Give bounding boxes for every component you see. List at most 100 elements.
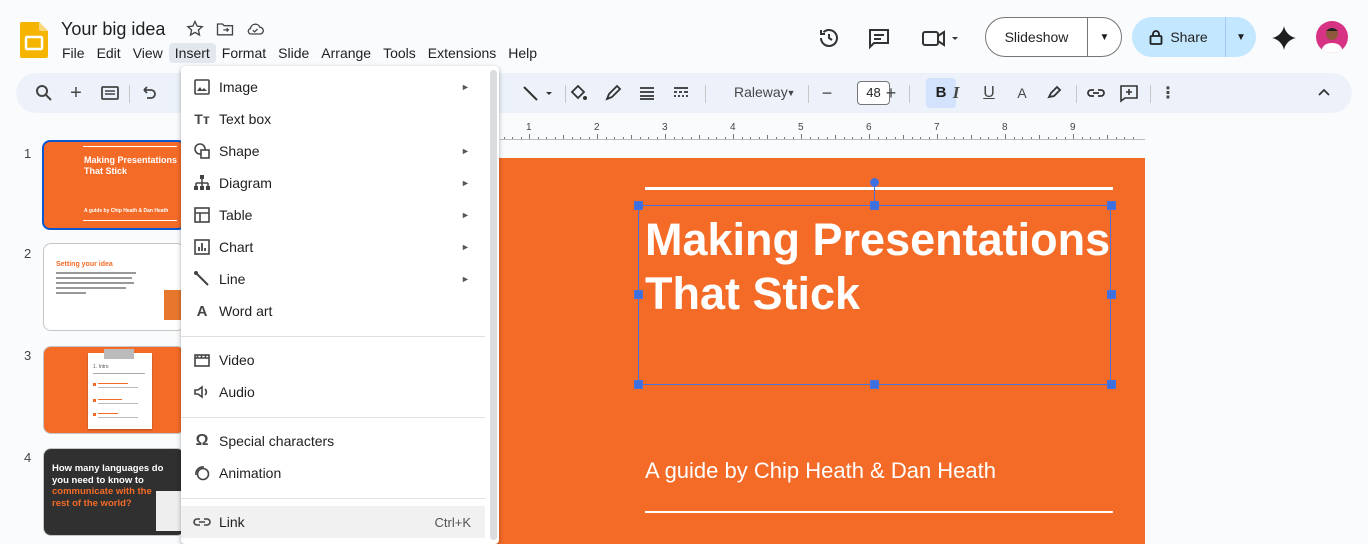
add-comment-icon[interactable] [1119, 83, 1139, 103]
menu-item-animation[interactable]: Animation [181, 457, 485, 489]
menu-item-table[interactable]: Table ► [181, 199, 485, 231]
menu-help[interactable]: Help [502, 43, 543, 63]
slide-thumbnail-3[interactable]: 1. Intro [43, 346, 185, 434]
menu-item-shape[interactable]: Shape ► [181, 135, 485, 167]
increase-font-size-icon[interactable]: + [881, 83, 901, 103]
slide-thumbnail-1[interactable]: Making Presentations That Stick A guide … [42, 140, 186, 230]
line-tool-icon[interactable] [521, 83, 555, 103]
menu-item-special-characters[interactable]: Ω Special characters [181, 425, 485, 457]
border-weight-icon[interactable] [637, 83, 657, 103]
thumbnail-title: Setting your idea [56, 261, 113, 268]
star-icon[interactable] [185, 19, 205, 39]
menu-tools[interactable]: Tools [377, 43, 422, 63]
menu-item-image[interactable]: Image ► [181, 71, 485, 103]
resize-handle[interactable] [1107, 380, 1116, 389]
menu-format[interactable]: Format [216, 43, 272, 63]
slide-canvas[interactable]: Making Presentations That Stick A guide … [495, 158, 1145, 544]
insert-menu-dropdown: Image ► Tт Text box Shape ► Diagram ► Table… [181, 66, 499, 544]
more-options-icon[interactable]: ⋮ [1158, 83, 1178, 103]
cloud-saved-icon[interactable] [245, 19, 265, 39]
shape-icon [194, 143, 210, 159]
italic-icon[interactable]: I [946, 83, 966, 103]
resize-handle[interactable] [634, 380, 643, 389]
move-folder-icon[interactable] [215, 19, 235, 39]
slide-number: 3 [24, 348, 32, 363]
thumbnail-subtitle: A guide by Chip Heath & Dan Heath [84, 208, 169, 214]
thumbnail-title: How many languages do you need to know t… [52, 463, 164, 486]
version-history-icon[interactable] [817, 26, 841, 50]
ruler-baseline [500, 139, 1145, 140]
slides-logo-icon[interactable] [20, 22, 48, 58]
slide-thumbnail-4[interactable]: How many languages do you need to know t… [43, 448, 185, 536]
border-color-icon[interactable] [603, 83, 623, 103]
highlight-icon[interactable] [1044, 83, 1064, 103]
resize-handle[interactable] [870, 380, 879, 389]
wordart-icon: A [196, 302, 208, 320]
menu-item-video[interactable]: Video [181, 344, 485, 376]
decrease-font-size-icon[interactable]: − [817, 83, 837, 103]
rotate-handle[interactable] [870, 178, 879, 187]
insert-link-icon[interactable] [1086, 83, 1106, 103]
menu-edit[interactable]: Edit [91, 43, 127, 63]
border-dash-icon[interactable] [671, 83, 691, 103]
menu-scrollbar[interactable] [490, 70, 497, 540]
resize-handle[interactable] [1107, 201, 1116, 210]
gemini-sparkle-icon[interactable] [1271, 25, 1297, 51]
ruler-number: 3 [662, 122, 668, 133]
resize-handle[interactable] [634, 290, 643, 299]
table-icon [194, 207, 210, 223]
ruler-number: 8 [1002, 122, 1008, 133]
undo-icon[interactable] [138, 83, 158, 103]
slideshow-dropdown-icon[interactable]: ▼ [1088, 32, 1121, 43]
ruler-number: 4 [730, 122, 736, 133]
font-dropdown-icon[interactable]: ▼ [781, 83, 801, 103]
comments-icon[interactable] [867, 26, 891, 50]
text-color-icon[interactable]: A [1012, 83, 1032, 103]
slideshow-label[interactable]: Slideshow [986, 18, 1088, 56]
menu-item-link[interactable]: Link Ctrl+K [181, 506, 485, 538]
document-title[interactable]: Your big idea [61, 19, 165, 40]
bottom-divider [645, 511, 1113, 513]
resize-handle[interactable] [870, 201, 879, 210]
menu-item-line[interactable]: Line ► [181, 263, 485, 295]
search-menus-icon[interactable] [34, 83, 54, 103]
slide-thumbnail-2[interactable]: Setting your idea [43, 243, 185, 331]
menu-item-audio[interactable]: Audio [181, 376, 485, 408]
collapse-toolbar-icon[interactable] [1314, 83, 1334, 103]
slide-number: 4 [24, 450, 32, 465]
textbox-icon: Tт [194, 111, 210, 127]
slideshow-button[interactable]: Slideshow ▼ [985, 17, 1122, 57]
resize-handle[interactable] [634, 201, 643, 210]
resize-handle[interactable] [1107, 290, 1116, 299]
shortcut-label: Ctrl+K [434, 514, 471, 530]
slide-subtitle[interactable]: A guide by Chip Heath & Dan Heath [645, 458, 996, 484]
layout-icon[interactable] [100, 83, 120, 103]
image-icon [194, 79, 210, 95]
menu-slide[interactable]: Slide [272, 43, 315, 63]
meet-icon[interactable] [920, 26, 960, 50]
new-slide-icon[interactable]: + [66, 82, 86, 104]
chart-icon [194, 239, 210, 255]
menu-file[interactable]: File [56, 43, 91, 63]
fill-color-icon[interactable] [568, 83, 588, 103]
menu-extensions[interactable]: Extensions [422, 43, 502, 63]
ruler-number: 9 [1070, 122, 1076, 133]
menu-item-chart[interactable]: Chart ► [181, 231, 485, 263]
menu-insert[interactable]: Insert [168, 43, 216, 63]
ruler-number: 7 [934, 122, 940, 133]
menu-item-word-art[interactable]: A Word art [181, 295, 485, 327]
ruler-number: 1 [526, 122, 532, 133]
link-icon [193, 518, 211, 526]
horizontal-ruler[interactable]: 1 2 3 4 5 6 7 8 9 [500, 122, 1145, 140]
menu-item-diagram[interactable]: Diagram ► [181, 167, 485, 199]
underline-icon[interactable]: U [979, 83, 999, 103]
font-family-select[interactable]: Raleway [734, 84, 788, 100]
menu-item-text-box[interactable]: Tт Text box [181, 103, 485, 135]
diagram-icon [194, 175, 210, 190]
menu-view[interactable]: View [127, 43, 169, 63]
lock-icon [1149, 30, 1163, 45]
menu-arrange[interactable]: Arrange [315, 43, 377, 63]
share-button[interactable]: Share ▼ [1132, 17, 1256, 57]
avatar[interactable] [1316, 21, 1348, 53]
share-dropdown-icon[interactable]: ▼ [1226, 32, 1256, 43]
